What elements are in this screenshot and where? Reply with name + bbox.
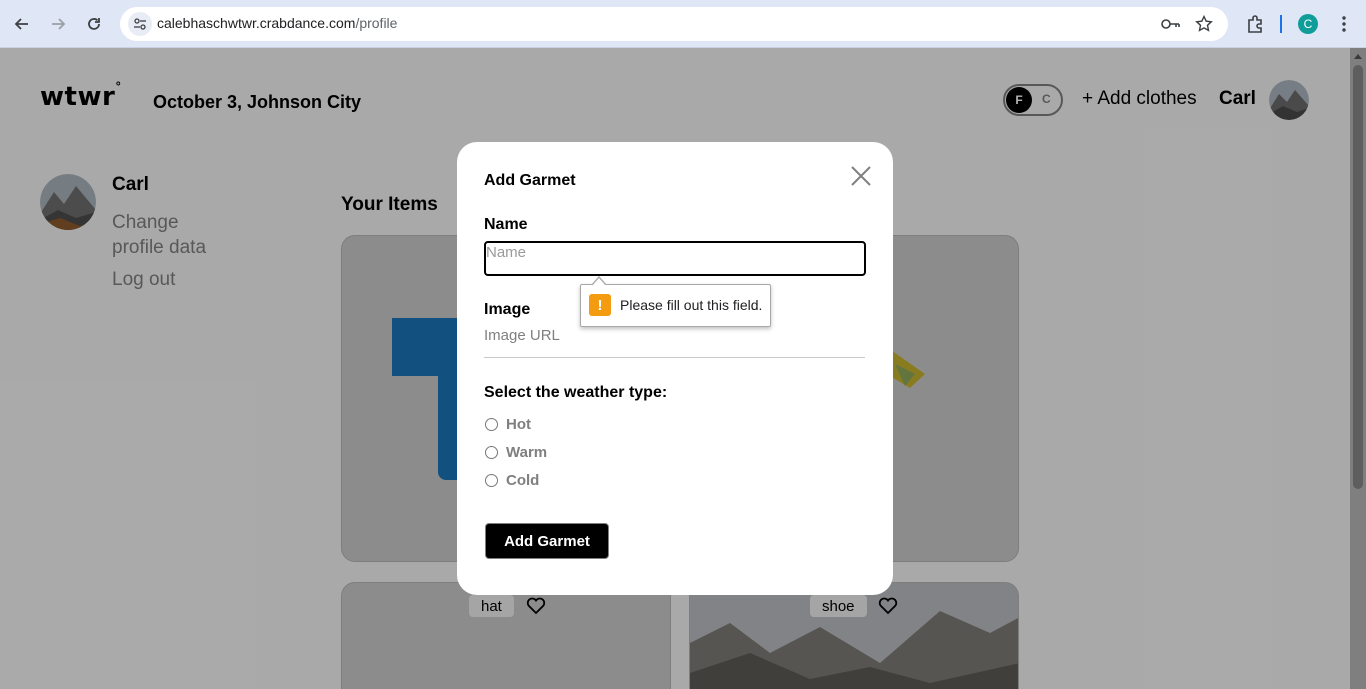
- add-garment-modal: Add Garmet Name Name Image Image URL Sel…: [457, 142, 893, 595]
- forward-button[interactable]: [44, 10, 72, 38]
- reload-icon: [88, 18, 100, 30]
- image-url-placeholder: Image URL: [484, 327, 560, 344]
- bookmark-star-icon[interactable]: [1194, 14, 1214, 34]
- url-path: /profile: [355, 15, 398, 31]
- page-scrollbar[interactable]: [1350, 48, 1366, 689]
- radio-button[interactable]: [485, 474, 498, 487]
- browser-profile-avatar[interactable]: C: [1298, 14, 1318, 34]
- validation-message: Please fill out this field.: [620, 297, 763, 313]
- image-label: Image: [484, 301, 531, 318]
- name-placeholder: Name: [486, 244, 527, 261]
- weather-type-title: Select the weather type:: [484, 384, 668, 401]
- forward-arrow-icon: [52, 18, 66, 30]
- extensions-icon[interactable]: [1243, 12, 1267, 36]
- site-info-icon[interactable]: [128, 12, 152, 36]
- weather-option-hot[interactable]: Hot: [485, 416, 531, 433]
- url-host: calebhaschwtwr.crabdance.com: [157, 15, 356, 31]
- radio-button[interactable]: [485, 418, 498, 431]
- address-bar[interactable]: calebhaschwtwr.crabdance.com/profile: [120, 7, 1228, 41]
- validation-tooltip: ! Please fill out this field.: [580, 276, 771, 327]
- url-text: calebhaschwtwr.crabdance.com/profile: [157, 15, 397, 31]
- password-key-icon[interactable]: [1161, 14, 1181, 34]
- modal-title: Add Garmet: [484, 172, 576, 189]
- back-arrow-icon: [14, 18, 28, 30]
- weather-option-warm[interactable]: Warm: [485, 444, 547, 461]
- option-label: Cold: [506, 472, 540, 489]
- add-garment-submit-button[interactable]: Add Garmet: [485, 523, 609, 559]
- name-label: Name: [484, 216, 528, 233]
- option-label: Warm: [506, 444, 548, 461]
- close-icon[interactable]: [850, 165, 872, 187]
- scroll-up-arrow-icon[interactable]: [1354, 54, 1362, 59]
- reload-button[interactable]: [80, 10, 108, 38]
- back-button[interactable]: [8, 10, 36, 38]
- browser-toolbar: calebhaschwtwr.crabdance.com/profile C: [0, 0, 1366, 48]
- browser-menu-icon[interactable]: [1332, 12, 1356, 36]
- toolbar-divider: [1280, 15, 1282, 33]
- radio-button[interactable]: [485, 446, 498, 459]
- scrollbar-thumb[interactable]: [1353, 65, 1363, 489]
- weather-option-cold[interactable]: Cold: [485, 472, 539, 489]
- name-input[interactable]: Name: [484, 241, 866, 276]
- option-label: Hot: [506, 416, 531, 433]
- image-url-input[interactable]: Image URL: [484, 326, 865, 358]
- warning-icon: !: [589, 294, 611, 316]
